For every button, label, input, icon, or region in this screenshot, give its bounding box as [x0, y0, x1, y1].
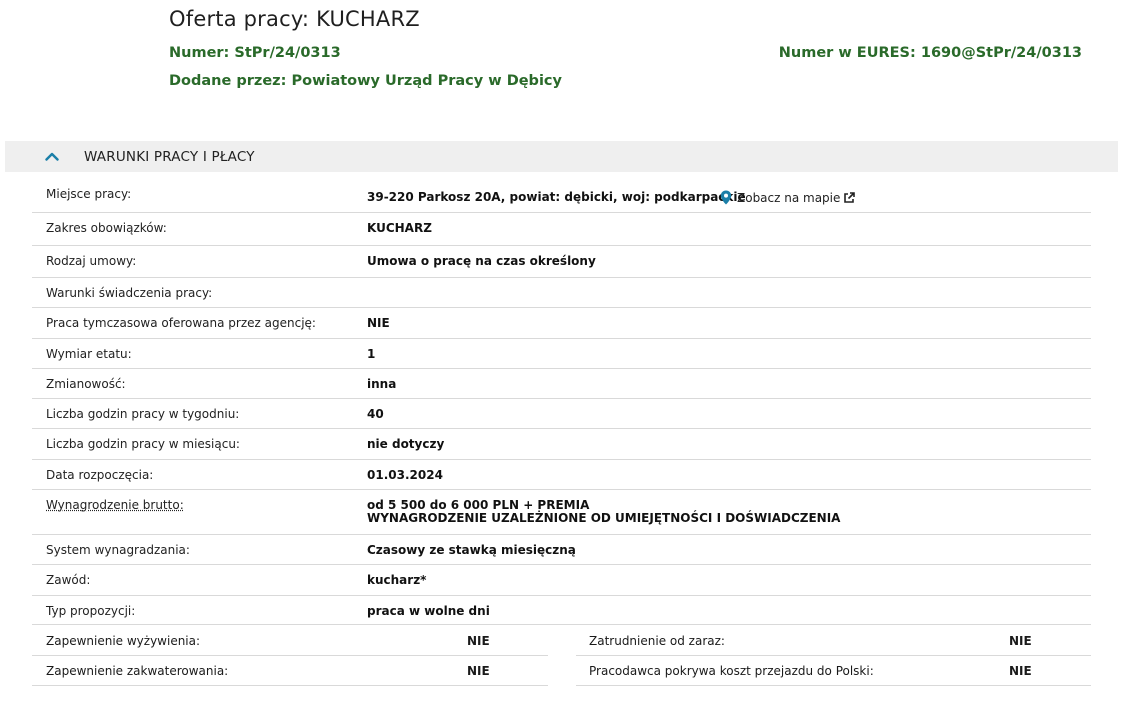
row-value: 1 [367, 347, 376, 361]
offer-number-label: Numer: [169, 45, 230, 61]
row-salary: Wynagrodzenie brutto: od 5 500 do 6 000 … [32, 490, 1091, 535]
row-label: Zatrudnienie od zaraz: [589, 634, 725, 648]
row-label: Warunki świadczenia pracy: [46, 286, 213, 300]
eures-number-value: 1690@StPr/24/0313 [920, 45, 1082, 61]
row-label: Liczba godzin pracy w tygodniu: [46, 407, 240, 421]
table-row: Rodzaj umowy: Umowa o pracę na czas okreś… [32, 246, 1091, 278]
row-value: nie dotyczy [367, 437, 445, 451]
table-row: Wymiar etatu: 1 [32, 339, 1091, 369]
row-value: Umowa o pracę na czas określony [367, 254, 596, 268]
table-row: System wynagradzania: Czasowy ze stawką m… [32, 535, 1091, 565]
row-label: Wynagrodzenie brutto: [46, 498, 184, 512]
row-accommodation: Zapewnienie zakwaterowania: NIE [32, 656, 548, 686]
table-row: Liczba godzin pracy w tygodniu: 40 [32, 399, 1091, 429]
row-meals: Zapewnienie wyżywienia: NIE [32, 626, 548, 656]
external-link-icon [843, 191, 856, 204]
row-label: Zmianowość: [46, 377, 126, 391]
salary-note: WYNAGRODZENIE UZALEŻNIONE OD UMIEJĘTNOŚC… [367, 511, 841, 525]
added-by: Dodane przez: Powiatowy Urząd Pracy w Dę… [169, 73, 562, 89]
offer-number: Numer: StPr/24/0313 [169, 45, 341, 61]
row-value: NIE [467, 664, 490, 678]
row-value: kucharz* [367, 573, 427, 587]
job-conditions-list: Miejsce pracy: 39-220 Parkosz 20A, powia… [32, 180, 1091, 625]
row-value: Czasowy ze stawką miesięczną [367, 543, 576, 557]
row-label: Pracodawca pokrywa koszt przejazdu do Po… [589, 664, 874, 678]
row-value: 40 [367, 407, 384, 421]
row-value: NIE [367, 316, 390, 330]
row-label: Zapewnienie zakwaterowania: [46, 664, 229, 678]
row-label: Zapewnienie wyżywienia: [46, 634, 201, 648]
row-location: Miejsce pracy: 39-220 Parkosz 20A, powia… [32, 180, 1091, 213]
added-by-label: Dodane przez: [169, 73, 287, 89]
section-header-warunki[interactable]: WARUNKI PRACY I PŁACY [5, 141, 1118, 172]
table-row: Typ propozycji: praca w wolne dni [32, 596, 1091, 625]
split-row-1: Zapewnienie wyżywienia: NIE Zatrudnienie… [32, 626, 1091, 656]
row-label: System wynagradzania: [46, 543, 190, 557]
row-travel-cost: Pracodawca pokrywa koszt przejazdu do Po… [576, 656, 1091, 686]
map-link-label[interactable]: Zobacz na mapie [737, 191, 840, 205]
table-row: Data rozpoczęcia: 01.03.2024 [32, 460, 1091, 490]
map-pin-icon [720, 190, 732, 205]
eures-number: Numer w EURES: 1690@StPr/24/0313 [779, 45, 1082, 61]
added-by-value: Powiatowy Urząd Pracy w Dębicy [291, 73, 562, 89]
table-row: Zawód: kucharz* [32, 565, 1091, 596]
row-label: Typ propozycji: [46, 604, 136, 618]
row-label: Data rozpoczęcia: [46, 468, 154, 482]
row-value: inna [367, 377, 397, 391]
section-title: WARUNKI PRACY I PŁACY [84, 148, 255, 165]
row-value: KUCHARZ [367, 221, 432, 235]
map-link[interactable]: Zobacz na mapie [720, 190, 856, 205]
row-value: NIE [1009, 634, 1032, 648]
offer-number-value: StPr/24/0313 [234, 45, 341, 61]
table-row: Warunki świadczenia pracy: [32, 278, 1091, 308]
row-label: Zakres obowiązków: [46, 221, 167, 235]
eures-number-label: Numer w EURES: [778, 45, 916, 61]
table-row: Zakres obowiązków: KUCHARZ [32, 213, 1091, 246]
row-label: Praca tymczasowa oferowana przez agencję… [46, 316, 316, 330]
row-value: NIE [1009, 664, 1032, 678]
row-label: Miejsce pracy: [46, 187, 132, 201]
split-row-2: Zapewnienie zakwaterowania: NIE Pracodaw… [32, 656, 1091, 686]
row-value: od 5 500 do 6 000 PLN + PREMIA WYNAGRODZ… [367, 499, 840, 525]
chevron-up-icon[interactable] [44, 149, 60, 165]
row-value: 39-220 Parkosz 20A, powiat: dębicki, woj… [367, 190, 746, 204]
table-row: Liczba godzin pracy w miesiącu: nie dotyc… [32, 429, 1091, 460]
row-value: praca w wolne dni [367, 604, 490, 618]
table-row: Praca tymczasowa oferowana przez agencję… [32, 308, 1091, 339]
row-label: Zawód: [46, 573, 91, 587]
row-immediate-employment: Zatrudnienie od zaraz: NIE [576, 626, 1091, 656]
row-label: Liczba godzin pracy w miesiącu: [46, 437, 240, 451]
row-label: Rodzaj umowy: [46, 254, 137, 268]
row-label: Wymiar etatu: [46, 347, 132, 361]
row-value: NIE [467, 634, 490, 648]
row-value: 01.03.2024 [367, 468, 443, 482]
page-title: Oferta pracy: KUCHARZ [169, 7, 420, 31]
table-row: Zmianowość: inna [32, 369, 1091, 399]
